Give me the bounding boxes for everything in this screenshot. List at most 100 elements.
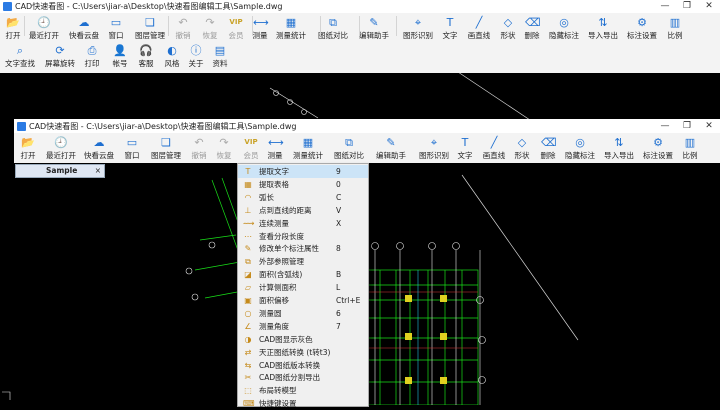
menu-item-version-convert[interactable]: ⇆ CAD图纸版本转换 [238,359,368,372]
toolbar-separator [252,16,253,36]
text-search-button[interactable]: ⌕ 文字查找 [4,44,36,69]
open-folder-button[interactable]: 📂 打开 [12,136,44,161]
compare-button[interactable]: ⧉ 图纸对比 [333,136,365,161]
text-button[interactable]: T 文字 [449,136,481,161]
layers-button[interactable]: ❏ 图层管理 [150,136,182,161]
menu-item-arc-length[interactable]: ◠ 弧长 C [238,191,368,204]
recognize-button[interactable]: ⌖ 图形识别 [402,16,434,41]
recognize-icon: ⌖ [430,136,438,149]
edit-assistant-button[interactable]: ✎ 编辑助手 [358,16,390,41]
outer-title-bar[interactable]: CAD快速看图 - C:\Users\jiar-a\Desktop\快速看图编辑… [0,0,720,13]
toolbar-label: 文字查找 [5,59,35,68]
menu-item-shortcut: B [336,270,342,280]
toolbar-label: 图纸对比 [334,151,364,160]
toolbar-label: 图形识别 [419,151,449,160]
toolbar-label: 比例 [682,151,698,160]
measure-dropdown-menu: T 提取文字 9 ▦ 提取表格 0 ◠ 弧长 C ⊥ 点到直线的距离 V ⟿ 连续测量 X ⋯ 查看分段长度 ✎ 修… [237,163,369,410]
toolbar-separator [24,16,25,36]
menu-item-label: 提取文字 [259,167,289,176]
cloud-icon: ☁ [93,136,105,149]
menu-item-area-arc[interactable]: ◪ 面积(含弧线) B [238,268,368,281]
menu-item-measure-angle[interactable]: ∠ 测量角度 7 [238,320,368,333]
menu-item-xref[interactable]: ⧉ 外部参照管理 [238,255,368,268]
text-button[interactable]: T 文字 [434,16,466,41]
continuous-measure-icon: ⟿ [243,218,255,228]
docs-button[interactable]: ▤ 资料 [204,44,236,69]
compare-button[interactable]: ⧉ 图纸对比 [317,16,349,41]
menu-item-extract-table[interactable]: ▦ 提取表格 0 [238,178,368,191]
maximize-button[interactable]: ❐ [676,119,698,133]
rotate-screen-icon: ⟳ [55,44,65,57]
menu-item-layout-to-model[interactable]: ⬚ 布局转模型 [238,384,368,397]
menu-item-label: CAD图显示灰色 [259,334,313,344]
toolbar-separator [396,16,397,36]
scale-button[interactable]: ▥ 比例 [659,16,691,41]
scale-button[interactable]: ▥ 比例 [674,136,706,161]
edit-assistant-button[interactable]: ✎ 编辑助手 [375,136,407,161]
measure-stats-icon: ▦ [302,136,314,149]
import-export-button[interactable]: ⇅ 导入导出 [603,136,635,161]
measure-stats-button[interactable]: ▦ 测量统计 [292,136,324,161]
annotation-settings-icon: ⚙ [637,16,647,29]
import-export-button[interactable]: ⇅ 导入导出 [587,16,619,41]
close-button[interactable]: ✕ [698,0,720,13]
annotation-settings-button[interactable]: ⚙ 标注设置 [642,136,674,161]
menu-item-area-offset[interactable]: ▣ 面积偏移 Ctrl+E [238,294,368,307]
menu-item-shortcut: Ctrl+E [336,296,361,305]
window-button[interactable]: ▭ 窗口 [100,16,132,41]
cloud-button[interactable]: ☁ 快看云盘 [68,16,100,41]
menu-item-shortcut: X [336,218,342,228]
open-folder-icon: 📂 [21,136,35,149]
rotate-screen-button[interactable]: ⟳ 屏幕旋转 [44,44,76,69]
hide-annotation-button[interactable]: ◎ 隐藏标注 [548,16,580,41]
eraser-icon: ⌫ [525,16,541,29]
measure-button[interactable]: ⟷ 测量 [259,136,291,161]
tab-close-icon[interactable]: × [95,165,101,177]
recognize-button[interactable]: ⌖ 图形识别 [418,136,450,161]
menu-item-tangent-convert[interactable]: ⇄ 天正图纸转换 (t转t3) [238,346,368,359]
cloud-button[interactable]: ☁ 快看云盘 [83,136,115,161]
annotation-settings-button[interactable]: ⚙ 标注设置 [626,16,658,41]
menu-item-continuous-measure[interactable]: ⟿ 连续测量 X [238,217,368,230]
redo-icon: ↷ [205,16,215,29]
app-logo-icon [3,2,12,11]
shape-icon: ◇ [503,16,513,29]
menu-item-shortcut: C [336,192,342,202]
measure-button[interactable]: ⟷ 测量 [244,16,276,41]
menu-item-extract-text[interactable]: T 提取文字 9 [238,165,368,178]
close-button[interactable]: ✕ [698,119,720,133]
measure-angle-icon: ∠ [244,321,252,331]
inner-window-title: CAD快速看图 - C:\Users\jiar-a\Desktop\快速看图编辑… [29,121,297,131]
maximize-button[interactable]: ❐ [676,0,698,13]
layers-icon: ❏ [145,16,155,29]
minimize-button[interactable]: — [654,119,676,133]
menu-item-split-export[interactable]: ✂ CAD图纸分割导出 [238,371,368,384]
tab-sample[interactable]: Sample × [15,164,105,178]
minimize-button[interactable]: — [654,0,676,13]
layers-button[interactable]: ❏ 图层管理 [134,16,166,41]
window-button[interactable]: ▭ 窗口 [116,136,148,161]
toolbar-label: 测量统计 [293,151,323,160]
eraser-button[interactable]: ⌫ 删除 [516,16,548,41]
menu-item-side-area[interactable]: ▱ 计算侧面积 L [238,281,368,294]
line-button[interactable]: ╱ 画直线 [463,16,495,41]
menu-item-edit-annotation[interactable]: ✎ 修改单个标注属性 8 [238,242,368,255]
menu-item-segment-length[interactable]: ⋯ 查看分段长度 [238,230,368,243]
vip-icon: VIP [244,138,258,146]
menu-item-gray-display[interactable]: ◑ CAD图显示灰色 [238,333,368,346]
inner-title-bar[interactable]: CAD快速看图 - C:\Users\jiar-a\Desktop\快速看图编辑… [14,119,720,133]
recent-button[interactable]: 🕘 最近打开 [28,16,60,41]
menu-item-label: 连续测量 [259,218,289,228]
print-icon: ⎙ [87,44,97,57]
text-search-icon: ⌕ [16,44,24,57]
undo-icon: ↶ [178,16,188,29]
menu-item-shortcut-settings[interactable]: ⌨ 快捷键设置 [238,397,368,410]
eraser-button[interactable]: ⌫ 删除 [532,136,564,161]
measure-stats-button[interactable]: ▦ 测量统计 [275,16,307,41]
menu-item-point-line-distance[interactable]: ⊥ 点到直线的距离 V [238,204,368,217]
hide-annotation-button[interactable]: ◎ 隐藏标注 [564,136,596,161]
hide-annotation-icon: ◎ [559,16,569,29]
compare-icon: ⧉ [345,136,353,149]
recent-button[interactable]: 🕘 最近打开 [45,136,77,161]
menu-item-measure-circle[interactable]: ○ 测量圆 6 [238,307,368,320]
